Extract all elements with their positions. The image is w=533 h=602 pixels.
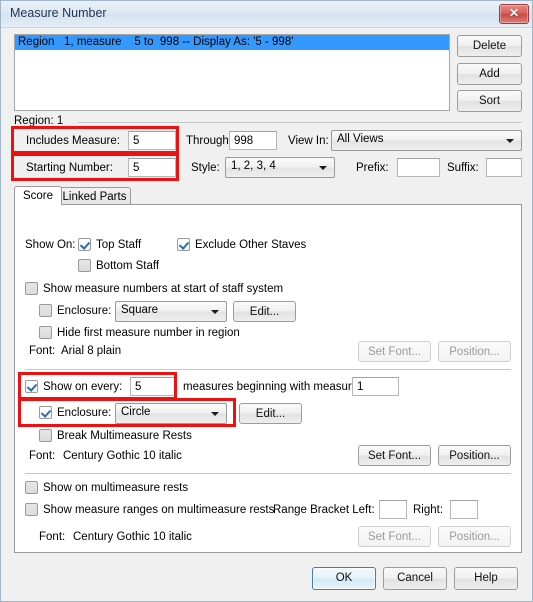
close-button[interactable]: ✕ [499, 4, 529, 24]
prefix-input[interactable] [397, 158, 440, 177]
break-multimeasure-rests-checkbox[interactable] [39, 429, 52, 442]
suffix-input[interactable] [486, 158, 522, 177]
set-font-1-button[interactable]: Set Font... [358, 341, 431, 362]
enclosure-2-label: Enclosure: [57, 407, 112, 419]
break-multimeasure-rests-label: Break Multimeasure Rests [57, 430, 192, 442]
show-measure-ranges-label: Show measure ranges on multimeasure rest… [43, 504, 275, 516]
starting-number-label: Starting Number: [26, 162, 113, 174]
font-1-label: Font: [29, 345, 56, 357]
region-listbox[interactable]: Region 1, measure 5 to 998 -- Display As… [14, 34, 450, 111]
set-font-3-button[interactable]: Set Font... [358, 526, 431, 547]
chevron-down-icon [319, 166, 327, 170]
enclosure-2-value: Circle [121, 406, 151, 418]
bottom-staff-checkbox[interactable] [78, 259, 91, 272]
measures-beginning-input[interactable] [352, 377, 399, 396]
through-label: Through: [186, 135, 233, 147]
font-3-value: Century Gothic 10 italic [73, 531, 192, 543]
section-divider-1 [25, 369, 511, 370]
region-list-item-selected[interactable]: Region 1, measure 5 to 998 -- Display As… [15, 35, 449, 50]
cancel-button[interactable]: Cancel [383, 567, 447, 590]
ok-button[interactable]: OK [312, 567, 376, 590]
view-in-value: All Views [337, 133, 384, 145]
region-header-rule [78, 122, 522, 123]
delete-button[interactable]: Delete [457, 35, 522, 57]
show-on-multimeasure-rests-label: Show on multimeasure rests [43, 482, 189, 494]
position-1-button[interactable]: Position... [438, 341, 511, 362]
view-in-dropdown[interactable]: All Views [331, 130, 522, 151]
score-tab-panel [14, 204, 522, 553]
range-bracket-left-input[interactable] [379, 500, 407, 519]
measure-number-dialog: Measure Number ✕ Region 1, measure 5 to … [0, 0, 533, 602]
add-button[interactable]: Add [457, 63, 522, 85]
title-bar: Measure Number ✕ [1, 1, 532, 28]
hide-first-measure-label: Hide first measure number in region [57, 327, 240, 339]
top-staff-label: Top Staff [96, 239, 142, 251]
enclosure-1-label: Enclosure: [57, 305, 112, 317]
enclosure-1-checkbox[interactable] [39, 304, 52, 317]
show-measure-ranges-checkbox[interactable] [25, 503, 38, 516]
enclosure-1-dropdown[interactable]: Square [115, 301, 227, 322]
window-title: Measure Number [10, 6, 107, 20]
style-value: 1, 2, 3, 4 [231, 160, 276, 172]
font-2-label: Font: [29, 450, 56, 462]
show-on-every-checkbox[interactable] [25, 380, 38, 393]
tab-score[interactable]: Score [14, 186, 62, 205]
section-divider-2 [25, 473, 511, 474]
font-2-value: Century Gothic 10 italic [63, 450, 182, 462]
style-dropdown[interactable]: 1, 2, 3, 4 [225, 157, 335, 178]
prefix-label: Prefix: [356, 162, 389, 174]
show-at-start-of-system-label: Show measure numbers at start of staff s… [43, 283, 284, 295]
position-2-button[interactable]: Position... [438, 445, 511, 466]
includes-measure-input[interactable] [128, 131, 176, 150]
position-3-button[interactable]: Position... [438, 526, 511, 547]
show-at-start-of-system-checkbox[interactable] [25, 282, 38, 295]
exclude-other-staves-checkbox[interactable] [177, 238, 190, 251]
chevron-down-icon [506, 139, 514, 143]
font-1-value: Arial 8 plain [61, 345, 122, 357]
range-bracket-right-label: Right: [413, 504, 444, 516]
region-header-label: Region: 1 [14, 115, 64, 127]
set-font-2-button[interactable]: Set Font... [358, 445, 431, 466]
enclosure-1-edit-button[interactable]: Edit... [233, 301, 296, 322]
enclosure-1-value: Square [121, 304, 159, 316]
chevron-down-icon [211, 412, 219, 416]
hide-first-measure-checkbox[interactable] [39, 326, 52, 339]
enclosure-2-checkbox[interactable] [39, 406, 52, 419]
range-bracket-right-input[interactable] [450, 500, 478, 519]
through-input[interactable] [229, 131, 277, 150]
show-on-multimeasure-rests-checkbox[interactable] [25, 481, 38, 494]
close-icon: ✕ [508, 6, 520, 20]
enclosure-2-dropdown[interactable]: Circle [115, 403, 227, 424]
help-button[interactable]: Help [454, 567, 518, 590]
starting-number-input[interactable] [128, 158, 176, 177]
font-3-label: Font: [39, 531, 66, 543]
top-staff-checkbox[interactable] [78, 238, 91, 251]
view-in-label: View In: [288, 135, 329, 147]
range-bracket-left-label: Range Bracket Left: [273, 504, 375, 516]
includes-measure-label: Includes Measure: [26, 135, 120, 147]
bottom-staff-label: Bottom Staff [96, 260, 160, 272]
show-on-every-input[interactable] [130, 377, 175, 396]
suffix-label: Suffix: [447, 162, 479, 174]
exclude-other-staves-label: Exclude Other Staves [195, 239, 307, 251]
measures-beginning-label: measures beginning with measure: [183, 381, 362, 393]
show-on-label: Show On: [25, 239, 76, 251]
style-label: Style: [191, 162, 220, 174]
sort-button[interactable]: Sort [457, 90, 522, 112]
enclosure-2-edit-button[interactable]: Edit... [239, 403, 302, 424]
chevron-down-icon [211, 310, 219, 314]
show-on-every-label: Show on every: [43, 381, 123, 393]
